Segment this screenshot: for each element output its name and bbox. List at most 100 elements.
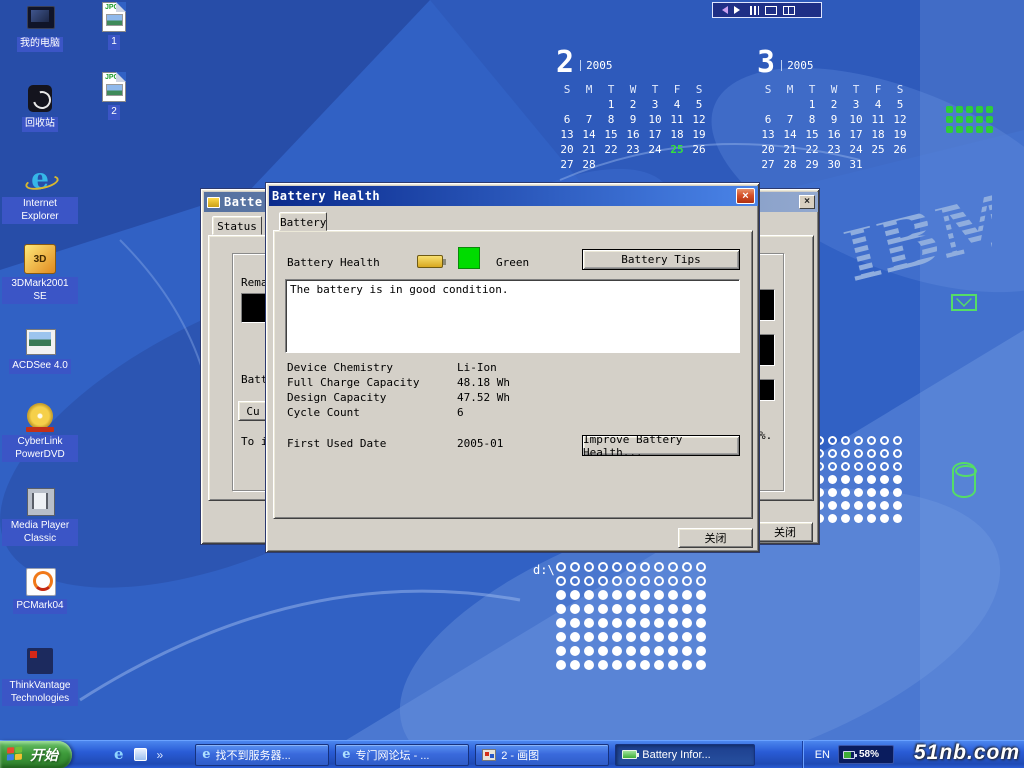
field-value: 6 — [457, 406, 464, 419]
desktop-icon-powerdvd[interactable]: CyberLink PowerDVD — [2, 402, 78, 462]
decor-dot — [867, 436, 876, 445]
decor-dot — [841, 514, 850, 523]
battery-gauge-bar — [241, 293, 267, 323]
decor-dot — [696, 632, 706, 642]
volume-bars-icon[interactable] — [750, 6, 759, 15]
decor-dot — [841, 449, 850, 458]
field-value: 47.52 Wh — [457, 391, 510, 404]
desktop-icon-media-player-classic[interactable]: Media Player Classic — [2, 486, 78, 546]
dialog-titlebar[interactable]: Battery Health × — [269, 186, 758, 206]
dot-grid-decor — [815, 436, 902, 523]
decor-dot — [584, 632, 594, 642]
decor-dot — [598, 618, 608, 628]
decor-dot — [893, 475, 902, 484]
calendar-day — [600, 158, 622, 171]
calendar-day: 7 — [578, 113, 600, 126]
calendar-weekday: S — [757, 83, 779, 96]
desktop-icon-acdsee[interactable]: ACDSee 4.0 — [2, 326, 78, 374]
calendar-day: 11 — [666, 113, 688, 126]
battery-health-dialog: Battery Health × Battery Battery Health … — [265, 182, 760, 553]
desktop-icon-thinkvantage[interactable]: ThinkVantage Technologies — [2, 646, 78, 706]
app-quicklaunch-icon[interactable] — [134, 748, 147, 761]
calendar-day — [556, 98, 578, 111]
decor-dot — [640, 660, 650, 670]
decor-dot — [880, 475, 889, 484]
decor-dot — [682, 646, 692, 656]
calendar-day — [757, 98, 779, 111]
desktop-icon-internet-explorer[interactable]: e Internet Explorer — [2, 164, 78, 224]
calendar-day: 18 — [666, 128, 688, 141]
monitor-icon[interactable] — [765, 6, 777, 15]
calendar-day: 12 — [889, 113, 911, 126]
arrow-icon[interactable] — [718, 6, 728, 14]
taskbar-task-server-not-found[interactable]: e 找不到服务器... — [195, 744, 329, 766]
decor-dot — [828, 436, 837, 445]
calendar-day — [779, 98, 801, 111]
calendar-day — [666, 158, 688, 171]
close-icon[interactable]: × — [799, 195, 815, 209]
keyboard-icon[interactable] — [783, 6, 795, 15]
close-button[interactable]: 关闭 — [757, 522, 813, 542]
language-indicator[interactable]: EN — [815, 749, 830, 761]
decor-dot — [976, 106, 983, 113]
decor-dot — [956, 116, 963, 123]
decor-dot — [682, 660, 692, 670]
calendar-day: 13 — [757, 128, 779, 141]
decor-dot — [946, 126, 953, 133]
desktop-file-1[interactable]: JPG 1 — [92, 2, 136, 50]
tray-battery-indicator[interactable]: 58% — [838, 745, 894, 764]
battery-tips-button[interactable]: Battery Tips — [582, 249, 740, 270]
desktop-icon-recycle-bin[interactable]: 回收站 — [2, 84, 78, 132]
current-button[interactable]: Cu — [238, 401, 268, 421]
calendar-day: 13 — [556, 128, 578, 141]
decor-dot — [867, 475, 876, 484]
desktop-icon-pcmark04[interactable]: PCMark04 — [2, 566, 78, 614]
desktop-icon-3dmark2001[interactable]: 3D 3DMark2001 SE — [2, 244, 78, 304]
condition-textbox[interactable]: The battery is in good condition. — [285, 279, 740, 353]
ie-icon: e — [342, 748, 350, 761]
ie-quicklaunch-icon[interactable]: e — [114, 747, 124, 762]
decor-dot — [556, 576, 566, 586]
desktop-icon-label: 我的电脑 — [17, 37, 63, 52]
decor-dot — [880, 488, 889, 497]
close-button[interactable]: 关闭 — [678, 528, 753, 548]
decor-dot — [696, 646, 706, 656]
battery-health-label: Battery Health — [287, 256, 380, 269]
desktop-icon-my-computer[interactable]: 我的电脑 — [2, 4, 78, 52]
decor-dot — [880, 436, 889, 445]
taskbar-task-battery-information[interactable]: Battery Infor... — [615, 744, 755, 766]
decor-dot — [570, 576, 580, 586]
calendar-month: 2 — [556, 50, 574, 76]
envelope-icon — [951, 294, 977, 311]
desktop-icon-label: Internet Explorer — [2, 197, 78, 224]
decor-dot — [584, 576, 594, 586]
calendar-day: 18 — [867, 128, 889, 141]
decor-dot — [570, 618, 580, 628]
decor-dot — [584, 618, 594, 628]
calendar-day: 21 — [779, 143, 801, 156]
taskbar-task-forum[interactable]: e 专门网论坛 - ... — [335, 744, 469, 766]
acdsee-icon — [24, 326, 56, 356]
decor-dot — [854, 475, 863, 484]
calendar-day: 20 — [757, 143, 779, 156]
decor-dot — [654, 562, 664, 572]
chevron-icon[interactable]: » — [157, 748, 164, 762]
calendar-weekday: M — [779, 83, 801, 96]
desktop-file-2[interactable]: JPG 2 — [92, 72, 136, 120]
close-icon[interactable]: × — [736, 188, 755, 204]
desktop-icon-label: 回收站 — [22, 117, 58, 132]
decor-dot — [893, 449, 902, 458]
decor-dot — [682, 576, 692, 586]
calendar-day: 29 — [801, 158, 823, 171]
tab-battery[interactable]: Battery — [279, 212, 327, 231]
start-button[interactable]: 开始 — [0, 741, 72, 768]
improve-battery-health-button[interactable]: Improve Battery Health... — [582, 435, 740, 456]
taskbar-task-paint[interactable]: 2 - 画图 — [475, 744, 609, 766]
speaker-icon[interactable] — [734, 6, 744, 14]
tab-status[interactable]: Status — [212, 216, 262, 235]
calendar-day: 15 — [801, 128, 823, 141]
my-computer-icon — [24, 4, 56, 34]
calendar-day: 17 — [845, 128, 867, 141]
decor-dot — [880, 462, 889, 471]
calendar-day: 30 — [823, 158, 845, 171]
